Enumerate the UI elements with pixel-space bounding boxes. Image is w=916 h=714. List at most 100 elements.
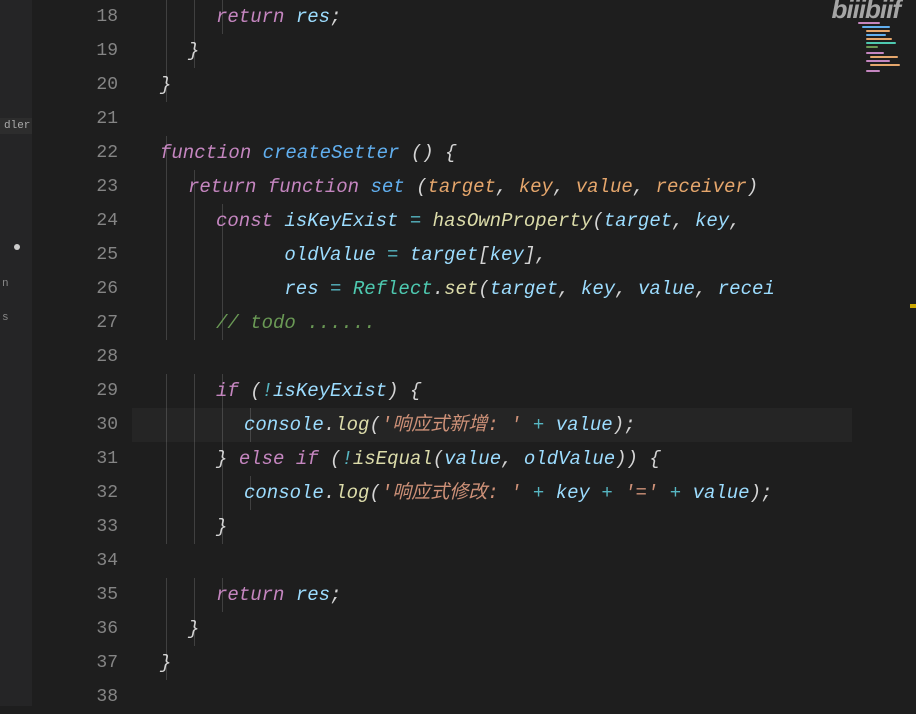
token-plain: (	[369, 482, 380, 504]
line-number: 25	[32, 238, 118, 272]
token-plain	[681, 482, 692, 504]
code-line[interactable]: return res;	[132, 0, 341, 34]
token-plain: }	[160, 74, 171, 96]
token-plain: }	[188, 40, 199, 62]
token-plain: (	[592, 210, 603, 232]
token-plain	[284, 584, 295, 606]
token-plain	[341, 278, 352, 300]
token-var: isKeyExist	[273, 380, 387, 402]
line-number: 21	[32, 102, 118, 136]
minimap-line	[866, 38, 892, 40]
token-var: key	[556, 482, 590, 504]
token-fn: hasOwnProperty	[433, 210, 593, 232]
code-line[interactable]: if (!isKeyExist) {	[132, 374, 421, 408]
token-plain	[544, 482, 555, 504]
token-plain: }	[188, 618, 199, 640]
line-number: 31	[32, 442, 118, 476]
code-line[interactable]: console.log('响应式新增: ' + value);	[132, 408, 884, 442]
minimap-line	[866, 34, 886, 36]
code-line[interactable]: }	[132, 612, 199, 646]
code-line[interactable]: return function set (target, key, value,…	[132, 170, 758, 204]
token-plain: )) {	[615, 448, 661, 470]
code-line[interactable]: } else if (!isEqual(value, oldValue)) {	[132, 442, 661, 476]
sidebar-label-1: n	[2, 278, 9, 290]
token-plain: (	[319, 448, 342, 470]
token-op: +	[533, 414, 544, 436]
token-kw: function	[160, 142, 251, 164]
token-plain: ,	[558, 278, 581, 300]
token-kw: if	[296, 448, 319, 470]
token-plain	[544, 414, 555, 436]
token-op: +	[670, 482, 681, 504]
token-kw: return	[188, 176, 256, 198]
token-plain: ;	[330, 584, 341, 606]
line-number: 28	[32, 340, 118, 374]
code-editor[interactable]: 1819202122232425262728293031323334353637…	[32, 0, 852, 706]
code-line[interactable]: oldValue = target[key],	[132, 238, 547, 272]
minimap-line	[870, 56, 898, 58]
token-plain: ;	[330, 6, 341, 28]
code-line[interactable]: return res;	[132, 578, 341, 612]
line-number: 19	[32, 34, 118, 68]
token-var: target	[490, 278, 558, 300]
token-op: =	[330, 278, 341, 300]
token-plain: ,	[672, 210, 695, 232]
token-plain: ,	[553, 176, 576, 198]
token-fnname: set	[370, 176, 404, 198]
token-plain	[376, 244, 387, 266]
code-line[interactable]: // todo ......	[132, 306, 376, 340]
line-number: 30	[32, 408, 118, 442]
token-plain: }	[160, 652, 171, 674]
code-line[interactable]: res = Reflect.set(target, key, value, re…	[132, 272, 775, 306]
token-cmt: // todo ......	[216, 312, 376, 334]
activity-sidebar: dler.js n s	[0, 0, 32, 706]
token-var: isKeyExist	[284, 210, 398, 232]
token-kw: else	[239, 448, 285, 470]
code-line[interactable]: const isKeyExist = hasOwnProperty(target…	[132, 204, 741, 238]
token-plain	[319, 278, 330, 300]
token-op: !	[262, 380, 273, 402]
line-number: 22	[32, 136, 118, 170]
line-number: 27	[32, 306, 118, 340]
token-var: target	[410, 244, 478, 266]
code-line[interactable]: }	[132, 510, 227, 544]
token-plain	[398, 244, 409, 266]
token-plain: .	[324, 414, 335, 436]
code-line[interactable]: console.log('响应式修改: ' + key + '=' + valu…	[132, 476, 772, 510]
token-plain	[658, 482, 669, 504]
token-plain: (	[239, 380, 262, 402]
token-var: value	[693, 482, 750, 504]
code-area[interactable]: return res;}}function createSetter () {r…	[132, 0, 884, 706]
line-number: 34	[32, 544, 118, 578]
token-plain: );	[750, 482, 773, 504]
token-fn: set	[444, 278, 478, 300]
code-line[interactable]: }	[132, 646, 171, 680]
token-var: oldValue	[284, 244, 375, 266]
token-plain: () {	[399, 142, 456, 164]
code-line[interactable]: }	[132, 68, 171, 102]
token-plain: ,	[496, 176, 519, 198]
token-var: key	[490, 244, 524, 266]
token-plain	[359, 176, 370, 198]
token-fn: isEqual	[353, 448, 433, 470]
minimap-warning-marker-icon[interactable]	[910, 304, 916, 308]
minimap-line	[866, 60, 890, 62]
token-plain	[398, 210, 409, 232]
token-param: target	[427, 176, 495, 198]
token-plain: );	[613, 414, 636, 436]
code-line[interactable]: }	[132, 34, 199, 68]
token-var: value	[556, 414, 613, 436]
token-plain	[256, 176, 267, 198]
token-var: console	[244, 482, 324, 504]
minimap[interactable]	[852, 0, 916, 706]
token-plain	[521, 414, 532, 436]
code-line[interactable]: function createSetter () {	[132, 136, 456, 170]
token-var: res	[284, 278, 318, 300]
token-plain: (	[433, 448, 444, 470]
token-var: res	[296, 6, 330, 28]
line-number: 33	[32, 510, 118, 544]
token-str: '响应式新增: '	[381, 414, 522, 436]
line-number: 32	[32, 476, 118, 510]
token-plain: ,	[633, 176, 656, 198]
token-param: receiver	[656, 176, 747, 198]
